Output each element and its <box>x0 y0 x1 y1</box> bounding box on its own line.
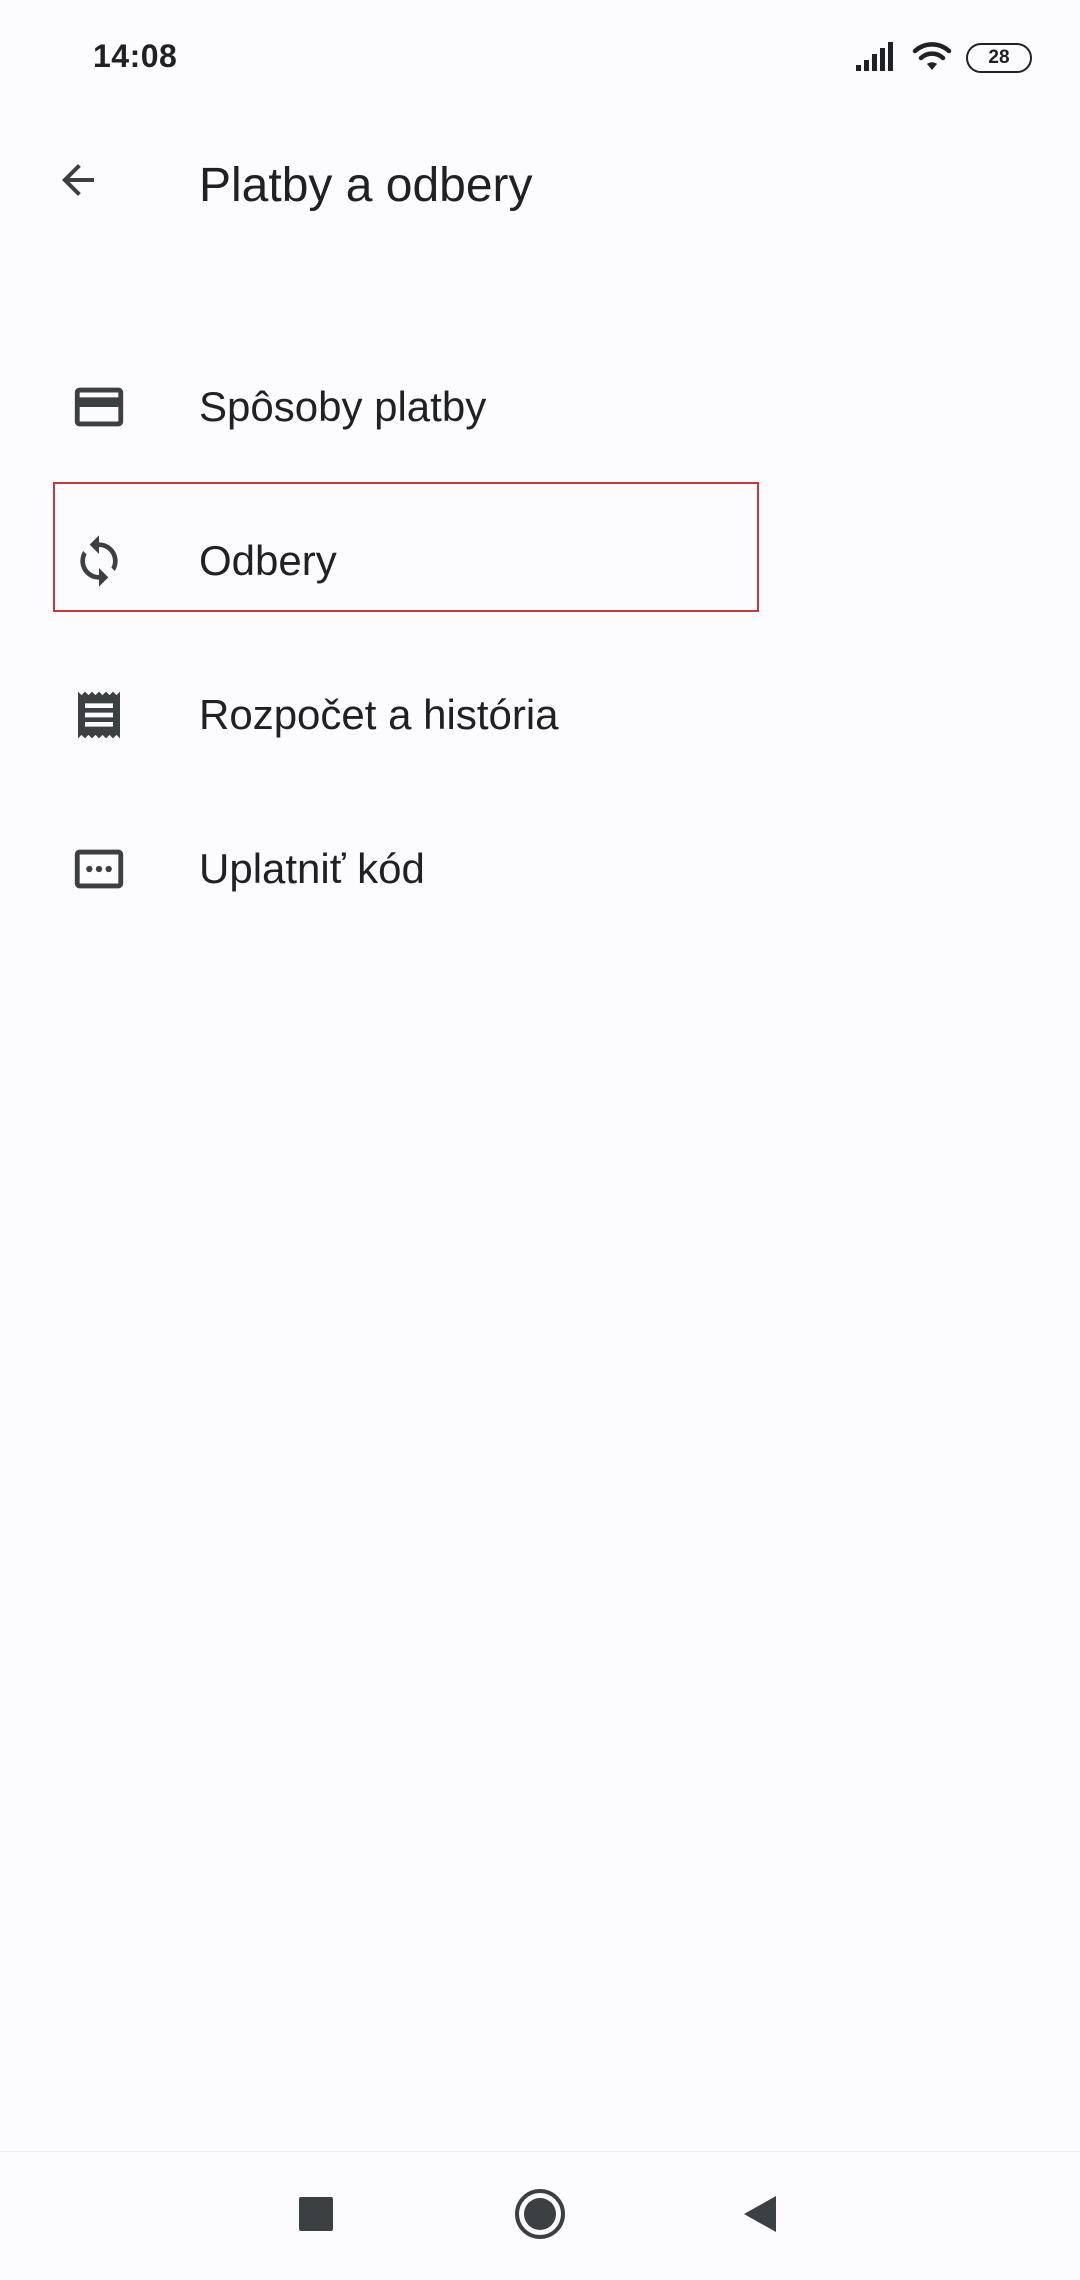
battery-level: 28 <box>988 47 1010 68</box>
menu-item-label: Spôsoby platby <box>199 383 487 430</box>
menu-item-label: Uplatniť kód <box>199 845 425 892</box>
back-triangle-icon <box>742 2194 778 2239</box>
wifi-icon <box>912 40 952 77</box>
arrow-back-icon <box>54 156 102 209</box>
sync-icon <box>66 528 132 594</box>
page-title: Platby a odbery <box>199 159 533 212</box>
credit-card-icon <box>66 374 132 440</box>
menu-item-redeem-code[interactable]: Uplatniť kód <box>0 792 1080 946</box>
menu-item-label: Odbery <box>199 537 337 584</box>
menu-item-label: Rozpočet a história <box>199 691 559 738</box>
status-bar: 14:08 28 <box>0 0 1080 120</box>
system-back-button[interactable] <box>720 2176 800 2256</box>
status-time: 14:08 <box>93 38 178 74</box>
back-button[interactable] <box>40 144 116 220</box>
battery-icon: 28 <box>966 43 1032 73</box>
redeem-code-icon <box>66 836 132 902</box>
menu-item-subscriptions[interactable]: Odbery <box>0 484 1080 638</box>
menu-list: Spôsoby platby Odbery Rozpočet a históri… <box>0 330 1080 946</box>
status-icons: 28 <box>856 38 1032 78</box>
menu-item-payment-methods[interactable]: Spôsoby platby <box>0 330 1080 484</box>
navigation-bar <box>0 2151 1080 2280</box>
home-button[interactable] <box>500 2176 580 2256</box>
home-circle-icon <box>514 2188 566 2245</box>
signal-icon <box>856 41 898 76</box>
receipt-icon <box>66 682 132 748</box>
app-bar: Platby a odbery <box>0 120 1080 260</box>
recents-square-icon <box>298 2196 334 2237</box>
menu-item-budget-history[interactable]: Rozpočet a história <box>0 638 1080 792</box>
recents-button[interactable] <box>276 2176 356 2256</box>
